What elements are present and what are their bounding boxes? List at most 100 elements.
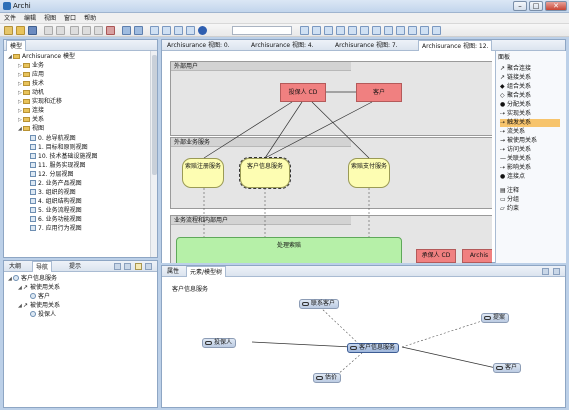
back-icon[interactable] (114, 263, 121, 270)
close-button[interactable]: ✕ (545, 1, 567, 11)
format-icon[interactable] (324, 26, 333, 35)
folder-relations[interactable]: ▷ 关系 (18, 116, 44, 124)
palette-item[interactable]: ⇢ 实现关系 (500, 110, 531, 118)
minimize-view-icon[interactable] (542, 268, 549, 275)
menu-file[interactable]: 文件 (4, 13, 16, 23)
folder-application[interactable]: ▷ 应用 (18, 71, 44, 79)
paste-icon[interactable] (94, 26, 103, 35)
nav-item[interactable]: 客户 (30, 293, 50, 301)
zoom-icon[interactable] (186, 26, 195, 35)
view-item[interactable]: 10. 技术基础设施视图 (30, 153, 97, 161)
view-item[interactable]: 3. 组织的视图 (30, 189, 76, 197)
pin-icon[interactable] (145, 263, 152, 270)
palette-item[interactable]: ▱ 约束 (500, 205, 519, 213)
forward-icon[interactable] (124, 263, 131, 270)
folder-technology[interactable]: ▷ 技术 (18, 80, 44, 88)
model-root[interactable]: ◢ Archisurance 模型 (8, 53, 75, 61)
tab-model-tree[interactable]: 元素/模型树 (186, 266, 227, 277)
nav-item[interactable]: ◢↗ 被使用关系 (18, 284, 60, 292)
view-item[interactable]: 6. 业务功能视图 (30, 216, 82, 224)
new-icon[interactable] (4, 26, 13, 35)
tree-node[interactable]: 投保人 (202, 338, 237, 348)
help-icon[interactable] (198, 26, 207, 35)
undo-icon[interactable] (44, 26, 53, 35)
font-icon[interactable] (348, 26, 357, 35)
palette-item[interactable]: ▭分组 (500, 196, 519, 204)
palette-item[interactable]: ◆ 组合关系 (500, 83, 531, 91)
view-item[interactable]: 11. 服务实现视图 (30, 162, 85, 170)
model-tab[interactable]: 模型 (6, 40, 27, 51)
nav-item[interactable]: ◢↗ 被使用关系 (18, 302, 60, 310)
palette-item[interactable]: ● 连接点 (500, 173, 525, 181)
tab-navigator[interactable]: 导航 (32, 261, 53, 272)
folder-motivation[interactable]: ▷ 动机 (18, 89, 44, 97)
view-item[interactable]: 7. 应用行为视图 (30, 225, 82, 233)
link-icon[interactable] (135, 263, 142, 270)
match-width-icon[interactable] (408, 26, 417, 35)
align-icon[interactable] (150, 26, 159, 35)
palette-item[interactable]: ▤注释 (500, 187, 519, 195)
grid-icon[interactable] (174, 26, 183, 35)
editor-tab[interactable]: Archisurance 视图: 7. (332, 40, 401, 51)
nav-root[interactable]: ◢ 客户信息服务 (8, 275, 57, 283)
view-item[interactable]: 2. 业务产品视图 (30, 180, 82, 188)
palette-item[interactable]: ⇢ 访问关系 (500, 146, 531, 154)
copy-icon[interactable] (82, 26, 91, 35)
diagram-canvas[interactable]: 外部用户 外部业务服务 业务流程和内部用户 投保人 CD 客户 索赔注册服务 客… (162, 51, 492, 263)
search-field[interactable] (232, 26, 292, 35)
menu-view[interactable]: 视图 (44, 13, 56, 23)
layout-icon[interactable] (162, 26, 171, 35)
model-scrollbar[interactable] (150, 51, 157, 257)
palette-item[interactable]: ⇢ 流关系 (500, 128, 525, 136)
nav-item[interactable]: 投保人 (30, 311, 56, 319)
marquee-icon[interactable] (312, 26, 321, 35)
select-icon[interactable] (300, 26, 309, 35)
save-icon[interactable] (28, 26, 37, 35)
view-item[interactable]: 4. 组织结构视图 (30, 198, 82, 206)
line-icon[interactable] (360, 26, 369, 35)
cut-icon[interactable] (70, 26, 79, 35)
open-icon[interactable] (16, 26, 25, 35)
tree-node[interactable]: 估价 (313, 373, 342, 383)
palette-item[interactable]: ● 分配关系 (500, 101, 531, 109)
properties-icon[interactable] (122, 26, 131, 35)
folder-views[interactable]: ◢ 视图 (18, 125, 44, 133)
palette-item[interactable]: → 被使用关系 (500, 137, 537, 145)
tree-node-selected[interactable]: 客户信息服务 (347, 343, 400, 353)
editor-tab[interactable]: Archisurance 视图: 0. (164, 40, 233, 51)
folder-connections[interactable]: ▷ 连接 (18, 107, 44, 115)
color-icon[interactable] (336, 26, 345, 35)
tree-node[interactable]: 提案 (481, 313, 510, 323)
palette-item[interactable]: ◇ 聚合关系 (500, 92, 531, 100)
view-item[interactable]: 12. 分层视图 (30, 171, 73, 179)
redo-icon[interactable] (56, 26, 65, 35)
palette-item[interactable]: ⇢ 影响关系 (500, 164, 531, 172)
view-item[interactable]: 5. 业务流程视图 (30, 207, 82, 215)
arrange-icon[interactable] (372, 26, 381, 35)
view-item[interactable]: 0. 总导航视图 (30, 135, 76, 143)
editor-tab[interactable]: Archisurance 视图: 4. (248, 40, 317, 51)
view-item[interactable]: 1. 目标和原则视图 (30, 144, 88, 152)
menu-edit[interactable]: 编辑 (24, 13, 36, 23)
maximize-view-icon[interactable] (553, 268, 560, 275)
tab-outline[interactable]: 大纲 (6, 261, 24, 272)
editor-tab-active[interactable]: Archisurance 视图: 12. (418, 40, 493, 51)
match-size-icon[interactable] (396, 26, 405, 35)
tree-node[interactable]: 联系客户 (299, 299, 340, 309)
palette-item[interactable]: ↗ 链接关系 (500, 74, 531, 82)
palette-item-selected[interactable]: ➝ 触发关系 (500, 119, 560, 127)
menu-help[interactable]: 帮助 (84, 13, 96, 23)
order-icon[interactable] (384, 26, 393, 35)
tab-hints[interactable]: 提示 (66, 261, 84, 272)
minimize-button[interactable]: – (513, 1, 527, 11)
palette-item[interactable]: ↗ 聚合连接 (500, 65, 531, 73)
navigator-icon[interactable] (134, 26, 143, 35)
tree-node[interactable]: 客户 (493, 363, 522, 373)
menu-window[interactable]: 窗口 (64, 13, 76, 23)
delete-icon[interactable] (106, 26, 115, 35)
maximize-button[interactable]: □ (529, 1, 543, 11)
folder-business[interactable]: ▷ 业务 (18, 62, 44, 70)
tab-properties[interactable]: 属性 (164, 266, 182, 277)
match-height-icon[interactable] (420, 26, 429, 35)
distribute-icon[interactable] (432, 26, 441, 35)
